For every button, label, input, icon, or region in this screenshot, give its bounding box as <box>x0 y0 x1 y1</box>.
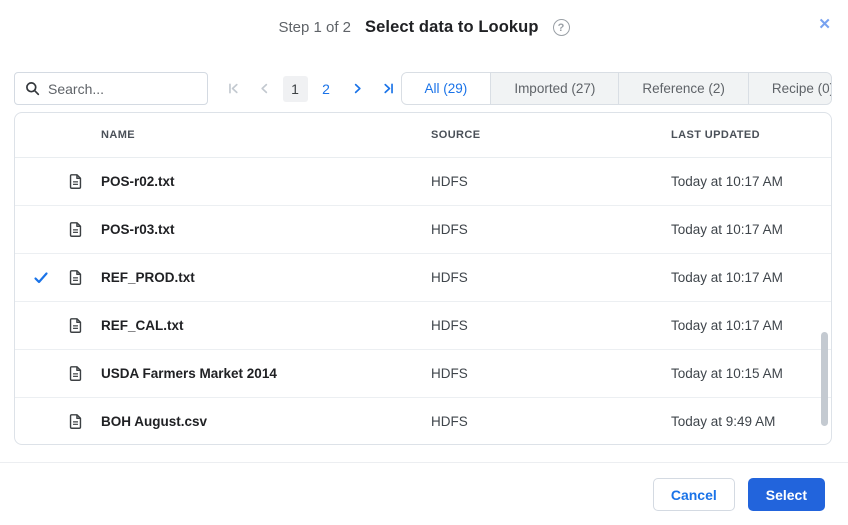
search-input[interactable] <box>48 80 197 97</box>
footer-divider <box>0 462 848 463</box>
tab-recipe[interactable]: Recipe (0) <box>747 73 831 104</box>
chevron-left-icon <box>260 83 267 94</box>
column-header-last-updated: LAST UPDATED <box>671 129 760 141</box>
help-icon[interactable]: ? <box>552 19 570 36</box>
table-scrollbar[interactable] <box>821 332 828 426</box>
table-row-selected[interactable]: REF_PROD.txt HDFS Today at 10:17 AM <box>15 254 831 302</box>
dialog-title: Select data to Lookup <box>365 18 539 36</box>
tab-reference[interactable]: Reference (2) <box>618 73 748 104</box>
table-row[interactable]: POS-r02.txt HDFS Today at 10:17 AM <box>15 158 831 206</box>
table-header: NAME SOURCE LAST UPDATED <box>15 113 831 158</box>
file-icon <box>69 366 82 381</box>
dataset-name: POS-r03.txt <box>101 222 175 237</box>
table-row[interactable]: USDA Farmers Market 2014 HDFS Today at 1… <box>15 350 831 398</box>
dataset-source: HDFS <box>431 366 468 381</box>
search-box <box>14 72 208 105</box>
dataset-source: HDFS <box>431 270 468 285</box>
next-page-button[interactable] <box>345 76 370 102</box>
page-button-2[interactable]: 2 <box>314 76 339 102</box>
file-icon <box>69 414 82 429</box>
dataset-last-updated: Today at 10:17 AM <box>671 222 783 237</box>
dataset-name: REF_CAL.txt <box>101 318 184 333</box>
dataset-name: POS-r02.txt <box>101 174 175 189</box>
dialog-header: Step 1 of 2 Select data to Lookup ? ✕ <box>0 0 848 55</box>
dialog-header-center: Step 1 of 2 Select data to Lookup ? <box>0 0 848 55</box>
page-button-1[interactable]: 1 <box>282 75 308 102</box>
dataset-last-updated: Today at 10:15 AM <box>671 366 783 381</box>
file-icon <box>69 318 82 333</box>
file-icon <box>69 222 82 237</box>
table-row[interactable]: REF_CAL.txt HDFS Today at 10:17 AM <box>15 302 831 350</box>
filter-tabs: All (29) Imported (27) Reference (2) Rec… <box>400 72 832 105</box>
file-icon <box>69 270 82 285</box>
chevron-right-icon <box>354 83 361 94</box>
dataset-source: HDFS <box>431 318 468 333</box>
search-icon <box>26 82 40 96</box>
first-page-button[interactable] <box>221 76 246 102</box>
step-indicator: Step 1 of 2 <box>278 19 351 36</box>
dataset-last-updated: Today at 9:49 AM <box>671 414 776 429</box>
prev-page-button[interactable] <box>252 76 277 102</box>
tab-all[interactable]: All (29) <box>401 73 491 104</box>
close-icon[interactable]: ✕ <box>818 17 831 32</box>
first-page-icon <box>228 83 238 94</box>
dataset-name: BOH August.csv <box>101 414 208 429</box>
table-row[interactable]: POS-r03.txt HDFS Today at 10:17 AM <box>15 206 831 254</box>
dataset-table: NAME SOURCE LAST UPDATED POS-r02.txt HDF… <box>14 112 832 445</box>
cancel-button[interactable]: Cancel <box>652 478 735 511</box>
dataset-last-updated: Today at 10:17 AM <box>671 270 783 285</box>
check-icon <box>34 271 48 283</box>
pagination: 1 2 <box>221 75 401 102</box>
dataset-source: HDFS <box>431 222 468 237</box>
tab-imported[interactable]: Imported (27) <box>490 73 619 104</box>
dataset-name: REF_PROD.txt <box>101 270 195 285</box>
select-button[interactable]: Select <box>747 478 825 511</box>
footer: Cancel Select <box>652 478 825 511</box>
toolbar: 1 2 All (29) Imported (27) Reference (2)… <box>14 72 832 105</box>
table-row[interactable]: BOH August.csv HDFS Today at 9:49 AM <box>15 398 831 444</box>
dataset-source: HDFS <box>431 174 468 189</box>
column-header-source: SOURCE <box>431 129 481 141</box>
last-page-button[interactable] <box>376 76 401 102</box>
dataset-source: HDFS <box>431 414 468 429</box>
column-header-name: NAME <box>101 129 135 141</box>
last-page-icon <box>383 83 393 94</box>
file-icon <box>69 174 82 189</box>
dataset-last-updated: Today at 10:17 AM <box>671 318 783 333</box>
dataset-name: USDA Farmers Market 2014 <box>101 366 277 381</box>
dataset-last-updated: Today at 10:17 AM <box>671 174 783 189</box>
